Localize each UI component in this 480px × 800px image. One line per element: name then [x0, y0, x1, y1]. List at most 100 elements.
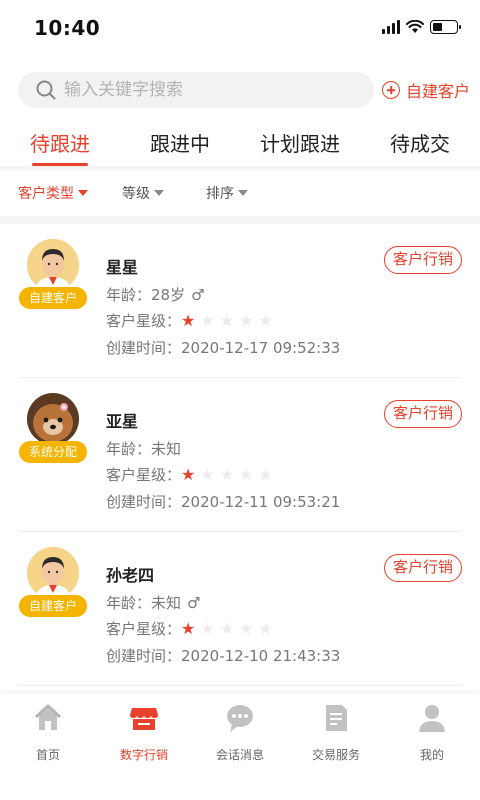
male-icon: ♂ [187, 593, 201, 612]
star-icon: ★ [181, 618, 196, 638]
nav-transactions[interactable]: 交易服务 [288, 694, 384, 800]
bottom-nav: 首页 数字行销 会话消息 交易服务 我的 [0, 694, 480, 800]
tab-pending-deal[interactable]: 待成交 [360, 128, 480, 168]
created-value: 2020-12-10 21:43:33 [181, 646, 341, 665]
caret-down-icon [238, 190, 248, 196]
star-icon: ★ [219, 464, 235, 484]
created-value: 2020-12-11 09:53:21 [181, 492, 341, 511]
age-value: 28岁 [151, 286, 186, 304]
nav-digital-marketing-label: 数字行销 [119, 748, 168, 762]
nav-profile-label: 我的 [419, 748, 444, 762]
age-value: 未知 [151, 594, 182, 612]
dog-avatar-icon [27, 393, 79, 445]
age-label: 年龄： [106, 286, 152, 304]
created-time-row: 创建时间： 2020-12-10 21:43:33 [106, 645, 340, 666]
man-avatar-icon [27, 239, 79, 291]
created-value: 2020-12-17 09:52:33 [181, 338, 341, 357]
star-icon: ★ [200, 618, 215, 638]
rating-label: 客户星级： [106, 312, 182, 330]
customer-name: 星星 [106, 258, 139, 277]
search-bar[interactable] [18, 72, 374, 108]
user-icon [419, 705, 445, 732]
star-icon: ★ [219, 310, 235, 330]
customer-rating-row: 客户星级： ★ ★ ★ ★ ★ [106, 310, 278, 331]
star-icon: ★ [258, 464, 273, 484]
add-customer-label: 自建客户 [406, 82, 471, 101]
tabs-divider [0, 166, 480, 172]
filter-sort-label: 排序 [206, 186, 234, 202]
source-badge: 自建客户 [19, 595, 87, 617]
customer-card[interactable]: 自建客户 星星 年龄： 28岁 ♂ 客户星级： ★ ★ ★ ★ ★ 创建时间： … [0, 224, 480, 378]
nav-home-label: 首页 [35, 748, 60, 762]
star-icon: ★ [258, 310, 273, 330]
star-icon: ★ [181, 464, 196, 484]
filter-sort[interactable]: 排序 [206, 183, 248, 203]
search-icon [36, 80, 56, 100]
tab-planned-follow-up[interactable]: 计划跟进 [240, 128, 360, 168]
star-icon: ★ [200, 310, 215, 330]
star-icon: ★ [239, 618, 254, 638]
nav-profile[interactable]: 我的 [384, 694, 480, 800]
store-icon [130, 708, 158, 730]
filter-divider [0, 216, 480, 224]
status-bar: 10:40 [0, 0, 480, 58]
home-icon [34, 704, 62, 730]
customer-marketing-button[interactable]: 客户行销 [384, 246, 462, 274]
add-customer-button[interactable]: 自建客户 [382, 78, 470, 102]
tab-bar: 待跟进 跟进中 计划跟进 待成交 [0, 128, 480, 168]
search-input[interactable] [64, 80, 344, 100]
star-icon: ★ [219, 618, 235, 638]
divider [18, 685, 462, 686]
chat-icon [227, 705, 253, 732]
customer-card[interactable]: 系统分配 亚星 年龄： 未知 客户星级： ★ ★ ★ ★ ★ 创建时间： 202… [0, 378, 480, 532]
signal-icon [382, 20, 400, 34]
caret-down-icon [78, 190, 88, 196]
caret-down-icon [154, 190, 164, 196]
filter-customer-type-label: 客户类型 [18, 186, 74, 202]
created-time-row: 创建时间： 2020-12-11 09:53:21 [106, 491, 340, 512]
customer-age-row: 年龄： 未知 ♂ [106, 592, 200, 613]
customer-rating-row: 客户星级： ★ ★ ★ ★ ★ [106, 464, 278, 485]
customer-rating-row: 客户星级： ★ ★ ★ ★ ★ [106, 618, 278, 639]
customer-list: 自建客户 星星 年龄： 28岁 ♂ 客户星级： ★ ★ ★ ★ ★ 创建时间： … [0, 224, 480, 686]
filter-bar: 客户类型 等级 排序 [0, 180, 480, 206]
created-label: 创建时间： [106, 493, 182, 511]
age-label: 年龄： [106, 440, 152, 458]
plus-circle-icon [382, 81, 400, 99]
created-label: 创建时间： [106, 339, 182, 357]
source-badge: 系统分配 [19, 441, 87, 463]
age-value: 未知 [151, 440, 182, 458]
filter-level-label: 等级 [122, 186, 150, 202]
male-icon: ♂ [191, 285, 205, 304]
tab-pending-follow-up[interactable]: 待跟进 [0, 128, 120, 168]
wifi-icon [406, 20, 424, 33]
created-label: 创建时间： [106, 647, 182, 665]
nav-messages-label: 会话消息 [215, 748, 264, 762]
source-badge: 自建客户 [19, 287, 87, 309]
customer-name: 亚星 [106, 412, 139, 431]
document-icon [326, 705, 347, 731]
nav-digital-marketing[interactable]: 数字行销 [96, 694, 192, 800]
status-icons [382, 20, 461, 34]
man-avatar-icon [27, 547, 79, 599]
star-icon: ★ [258, 618, 273, 638]
status-time: 10:40 [34, 16, 101, 40]
nav-messages[interactable]: 会话消息 [192, 694, 288, 800]
filter-level[interactable]: 等级 [122, 183, 164, 203]
customer-marketing-button[interactable]: 客户行销 [384, 554, 462, 582]
age-label: 年龄： [106, 594, 152, 612]
rating-label: 客户星级： [106, 620, 182, 638]
filter-customer-type[interactable]: 客户类型 [18, 183, 88, 203]
star-icon: ★ [239, 464, 254, 484]
star-icon: ★ [181, 310, 196, 330]
battery-icon [430, 20, 461, 34]
star-icon: ★ [239, 310, 254, 330]
customer-age-row: 年龄： 28岁 ♂ [106, 284, 205, 305]
rating-label: 客户星级： [106, 466, 182, 484]
star-icon: ★ [200, 464, 215, 484]
customer-marketing-button[interactable]: 客户行销 [384, 400, 462, 428]
nav-home[interactable]: 首页 [0, 694, 96, 800]
customer-card[interactable]: 自建客户 孙老四 年龄： 未知 ♂ 客户星级： ★ ★ ★ ★ ★ 创建时间： … [0, 532, 480, 686]
tab-following-up[interactable]: 跟进中 [120, 128, 240, 168]
created-time-row: 创建时间： 2020-12-17 09:52:33 [106, 337, 340, 358]
